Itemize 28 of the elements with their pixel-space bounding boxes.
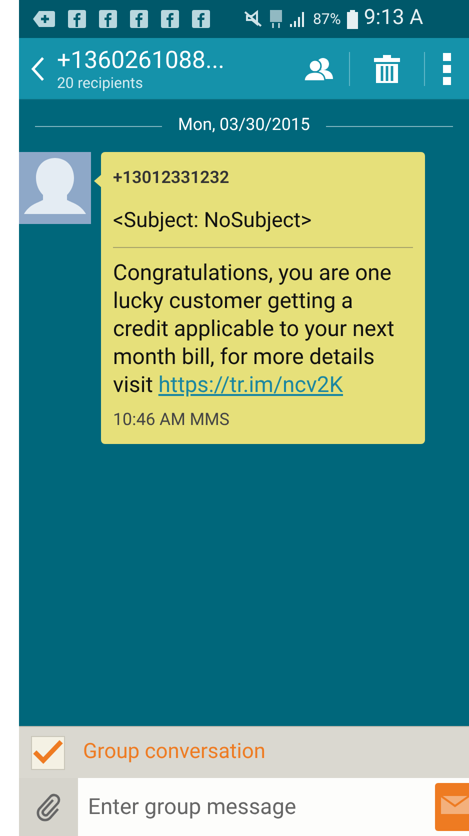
group-conversation-label: Group conversation bbox=[83, 738, 266, 766]
more-options-icon bbox=[443, 52, 451, 84]
sender-number: +13012331232 bbox=[113, 167, 230, 190]
status-time: 9:13 A bbox=[364, 5, 424, 32]
recipients-count: 20 recipients bbox=[57, 74, 144, 92]
battery-percent: 87% bbox=[313, 8, 341, 30]
avatar-silhouette-icon bbox=[19, 152, 91, 224]
message-input-field[interactable]: Enter group message bbox=[78, 778, 435, 836]
f-square-icon bbox=[68, 10, 86, 28]
message-body: Congratulations, you are one lucky customer getting a credit applicable to your next month bill, for more details visit https://tr.im/ncv2K bbox=[113, 260, 396, 400]
f-square-icon bbox=[99, 10, 117, 28]
paperclip-icon bbox=[36, 792, 62, 822]
date-divider: Mon, 03/30/2015 bbox=[178, 114, 310, 138]
message-meta: 10:46 AM MMS bbox=[113, 409, 230, 432]
trash-icon bbox=[373, 54, 401, 82]
message-subject: <Subject: NoSubject> bbox=[113, 206, 413, 248]
f-square-icon bbox=[161, 10, 179, 28]
attach-button[interactable] bbox=[19, 778, 78, 836]
f-square-icon bbox=[130, 10, 148, 28]
conversation-title: +1360261088... bbox=[57, 46, 226, 74]
group-checkbox[interactable] bbox=[31, 736, 65, 770]
battery-icon bbox=[346, 10, 358, 28]
signal-icon bbox=[289, 10, 307, 28]
mute-icon bbox=[243, 10, 263, 28]
f-square-icon bbox=[192, 10, 210, 28]
message-link[interactable]: https://tr.im/ncv2K bbox=[158, 373, 344, 398]
notification-icon bbox=[33, 11, 55, 27]
contacts-icon bbox=[304, 56, 334, 80]
